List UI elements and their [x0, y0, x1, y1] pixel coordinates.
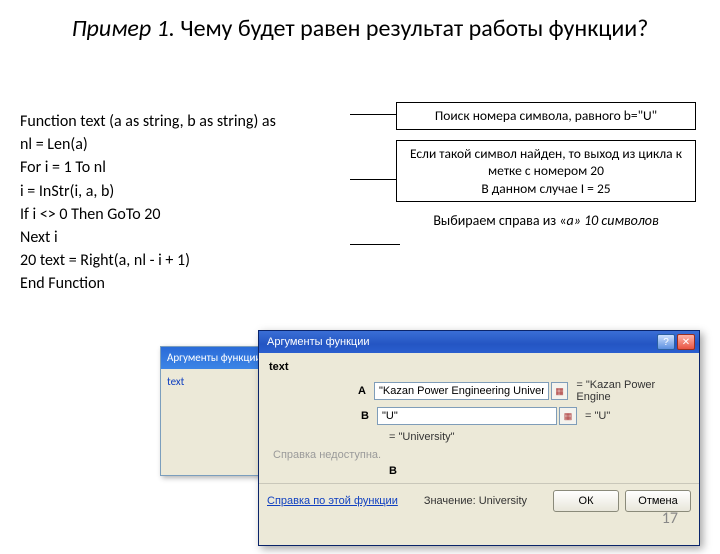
title-rest: Чему будет равен результат работы функци… [175, 14, 649, 43]
code-line: i = InStr(i, a, b) [20, 180, 276, 203]
dialog-back-label: text [167, 375, 184, 388]
callout-box-1: Поиск номера символа, равного b="U" [396, 102, 696, 130]
arg-row-a: A ▦ = "Kazan Power Engine [269, 379, 689, 403]
help-unavailable: Справка недоступна. [273, 449, 689, 461]
code-line: End Function [20, 272, 276, 295]
arg-b-input[interactable] [377, 407, 557, 425]
arg-a-input[interactable] [374, 382, 549, 400]
range-picker-icon[interactable]: ▦ [559, 407, 577, 425]
note-em: а» 10 символов [567, 212, 659, 229]
dialog-arguments: Аргументы функции ? ✕ text A ▦ = "Kazan … [258, 330, 700, 546]
arg-a-label: A [269, 385, 374, 397]
code-line: Next i [20, 226, 276, 249]
dialog-body: text A ▦ = "Kazan Power Engine B ▦ = "U"… [259, 353, 699, 477]
function-help-link[interactable]: Справка по этой функции [267, 495, 398, 507]
range-picker-icon[interactable]: ▦ [551, 382, 569, 400]
callout-note: Выбираем справа из «а» 10 символов [396, 212, 696, 229]
code-line: If i <> 0 Then GoTo 20 [20, 203, 276, 226]
connector-line [350, 179, 400, 180]
connector-line [350, 244, 400, 245]
ok-button[interactable]: ОК [553, 490, 619, 512]
note-pre: Выбираем справа из « [433, 212, 566, 229]
connector-line [350, 114, 400, 115]
dialog-titlebar[interactable]: Аргументы функции ? ✕ [259, 331, 699, 353]
code-line: For i = 1 To nl [20, 156, 276, 179]
window-buttons: ? ✕ [657, 334, 695, 350]
callouts: Поиск номера символа, равного b="U" Если… [396, 102, 696, 229]
arg-b-label: B [269, 410, 377, 422]
dialog-title: Аргументы функции [267, 336, 370, 348]
page-number: 17 [662, 509, 678, 528]
dialog-footer: Справка по этой функции Значение: Univer… [259, 483, 699, 518]
code-block: Function text (a as string, b as string)… [20, 110, 276, 296]
code-line: Function text (a as string, b as string)… [20, 110, 276, 133]
arg-b-result: = "U" [585, 410, 610, 422]
current-arg-label: B [389, 465, 689, 477]
value-label: Значение: [424, 495, 476, 507]
value-display: Значение: University [424, 495, 527, 507]
cancel-button[interactable]: Отмена [625, 490, 691, 512]
value-text: University [479, 495, 527, 507]
arg-a-result: = "Kazan Power Engine [576, 379, 689, 403]
code-line: nl = Len(a) [20, 133, 276, 156]
close-icon[interactable]: ✕ [677, 334, 695, 350]
help-icon[interactable]: ? [657, 334, 675, 350]
code-line: 20 text = Right(a, nl - i + 1) [20, 249, 276, 272]
function-name: text [269, 361, 689, 373]
arg-row-b: B ▦ = "U" [269, 407, 689, 425]
callout-box-2: Если такой символ найден, то выход из ци… [396, 140, 696, 203]
dialog-back-title: Аргументы функции [167, 351, 261, 364]
evaluated-result: = "University" [389, 431, 689, 443]
page-title: Пример 1. Чему будет равен результат раб… [30, 14, 690, 44]
title-italic: Пример 1. [72, 14, 175, 43]
